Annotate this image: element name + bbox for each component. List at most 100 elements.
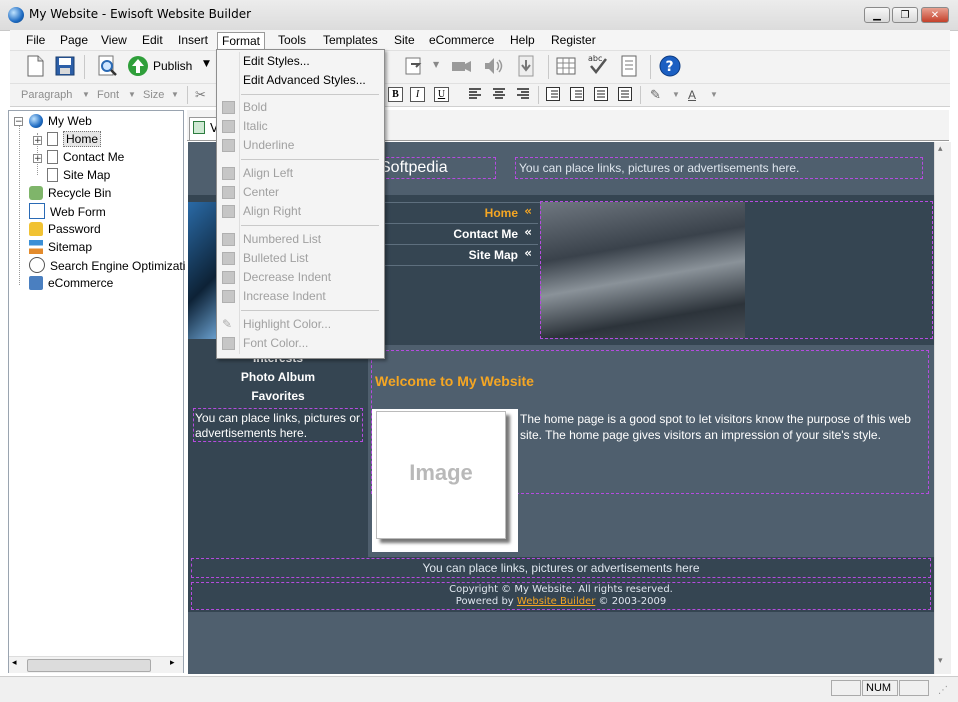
italic-button[interactable]: I <box>410 87 425 102</box>
site-title-box[interactable]: Softpedia <box>376 157 496 179</box>
download-icon[interactable] <box>515 55 537 77</box>
font-combo[interactable]: Font <box>97 87 119 103</box>
menu-ecommerce[interactable]: eCommerce <box>425 32 498 49</box>
tree-collapse-root-icon[interactable]: − <box>14 117 23 127</box>
tree-expand-contact-icon[interactable]: + <box>33 154 42 164</box>
website-builder-link[interactable]: Website Builder <box>517 596 595 607</box>
font-color-icon[interactable]: A <box>688 87 696 103</box>
close-button[interactable]: ✕ <box>921 7 949 23</box>
insert-dropdown-arrow-icon[interactable]: ▼ <box>433 60 439 69</box>
size-combo[interactable]: Size <box>143 87 164 103</box>
align-center-icon[interactable] <box>492 87 506 101</box>
new-page-icon[interactable] <box>24 55 46 77</box>
underline-button[interactable]: U <box>434 87 449 102</box>
sidebar-link-photo-album[interactable]: Photo Album <box>188 370 368 384</box>
font-dropdown-arrow-icon[interactable]: ▼ <box>128 87 136 103</box>
menu-item-numbered-list[interactable]: Numbered List <box>217 230 382 249</box>
numbered-list-icon[interactable] <box>546 87 560 101</box>
menu-format[interactable]: Format <box>217 32 266 50</box>
menu-item-italic[interactable]: Italic <box>217 117 382 136</box>
menu-item-underline[interactable]: Underline <box>217 136 382 155</box>
publish-icon[interactable] <box>127 55 149 77</box>
menu-register[interactable]: Register <box>547 32 600 49</box>
nav-item-home[interactable]: Home « <box>383 203 538 224</box>
tree-expand-home-icon[interactable]: + <box>33 136 42 146</box>
highlight-dropdown-arrow-icon[interactable]: ▼ <box>672 87 680 103</box>
editor-vertical-scrollbar[interactable]: ▴ ▾ <box>934 142 951 674</box>
font-color-dropdown-arrow-icon[interactable]: ▼ <box>710 87 718 103</box>
nav-item-site-map[interactable]: Site Map « <box>383 245 538 266</box>
bold-button[interactable]: B <box>388 87 403 102</box>
nav-item-contact-me[interactable]: Contact Me « <box>383 224 538 245</box>
scroll-thumb[interactable] <box>27 659 151 672</box>
banner-image-box[interactable] <box>540 201 933 339</box>
scroll-up-icon[interactable]: ▴ <box>938 144 943 154</box>
menu-item-align-right[interactable]: Align Right <box>217 202 382 221</box>
cut-icon[interactable]: ✂ <box>195 87 206 103</box>
save-icon[interactable] <box>54 55 76 77</box>
tree-horizontal-scrollbar[interactable]: ◂ ▸ <box>9 656 183 673</box>
menu-view[interactable]: View <box>97 32 131 49</box>
decrease-indent-icon[interactable] <box>594 87 608 101</box>
tree-item-home[interactable]: Home <box>47 131 102 148</box>
video-icon[interactable] <box>450 55 472 77</box>
increase-indent-icon[interactable] <box>618 87 632 101</box>
resize-grip-icon[interactable]: ⋰ <box>938 685 948 696</box>
tree-label: Web Form <box>50 205 106 219</box>
tree-item-ecommerce[interactable]: eCommerce <box>29 275 113 292</box>
menu-insert[interactable]: Insert <box>174 32 212 49</box>
bulleted-list-icon[interactable] <box>570 87 584 101</box>
menu-edit[interactable]: Edit <box>138 32 167 49</box>
menu-page[interactable]: Page <box>56 32 92 49</box>
spellcheck-icon[interactable]: abc <box>587 53 609 75</box>
restore-button[interactable]: ❐ <box>892 7 918 23</box>
paragraph-dropdown-arrow-icon[interactable]: ▼ <box>82 87 90 103</box>
minimize-button[interactable]: ▁ <box>864 7 890 23</box>
menu-tools[interactable]: Tools <box>274 32 310 49</box>
footer-copyright-box[interactable]: Copyright © My Website. All rights reser… <box>191 582 931 610</box>
tree-item-seo[interactable]: Search Engine Optimizati <box>29 257 185 274</box>
publish-dropdown-arrow-icon[interactable]: ▼ <box>203 59 210 69</box>
menu-templates[interactable]: Templates <box>319 32 382 49</box>
menu-site[interactable]: Site <box>390 32 419 49</box>
table-icon[interactable] <box>555 55 577 77</box>
tree-item-contact-me[interactable]: Contact Me <box>47 149 124 166</box>
insert-page-icon[interactable] <box>403 55 425 77</box>
menu-item-center[interactable]: Center <box>217 183 382 202</box>
tree-item-site-map[interactable]: Site Map <box>47 167 110 184</box>
scroll-right-icon[interactable]: ▸ <box>170 658 175 668</box>
menu-item-bold[interactable]: Bold <box>217 98 382 117</box>
header-ad-box[interactable]: You can place links, pictures or adverti… <box>515 157 923 179</box>
highlight-color-icon[interactable]: ✎ <box>650 87 661 103</box>
sidebar-ad-box[interactable]: You can place links, pictures or adverti… <box>193 408 363 442</box>
align-right-icon[interactable] <box>516 87 530 101</box>
sound-icon[interactable] <box>482 55 504 77</box>
preview-icon[interactable] <box>96 55 118 77</box>
tree-item-password[interactable]: Password <box>29 221 101 238</box>
scroll-left-icon[interactable]: ◂ <box>12 658 17 668</box>
help-icon[interactable]: ? <box>659 55 681 77</box>
publish-button-label[interactable]: Publish <box>153 59 192 73</box>
menu-item-increase-indent[interactable]: Increase Indent <box>217 287 382 306</box>
align-left-icon[interactable] <box>468 87 482 101</box>
menu-item-bulleted-list[interactable]: Bulleted List <box>217 249 382 268</box>
menu-item-font-color[interactable]: Font Color... <box>217 334 382 353</box>
tree-item-my-web[interactable]: My Web <box>29 113 92 130</box>
menu-item-highlight-color[interactable]: ✎ Highlight Color... <box>217 315 382 334</box>
menu-item-align-left[interactable]: Align Left <box>217 164 382 183</box>
image-placeholder-frame[interactable]: Image <box>372 409 518 552</box>
tree-item-recycle-bin[interactable]: Recycle Bin <box>29 185 111 202</box>
menu-file[interactable]: File <box>22 32 49 49</box>
properties-icon[interactable] <box>618 55 640 77</box>
tree-item-sitemap[interactable]: Sitemap <box>29 239 92 256</box>
menu-help[interactable]: Help <box>506 32 539 49</box>
scroll-down-icon[interactable]: ▾ <box>938 656 943 666</box>
tree-item-web-form[interactable]: Web Form <box>29 203 106 220</box>
footer-ad-box[interactable]: You can place links, pictures or adverti… <box>191 558 931 578</box>
paragraph-combo[interactable]: Paragraph <box>21 87 72 103</box>
size-dropdown-arrow-icon[interactable]: ▼ <box>171 87 179 103</box>
menu-item-edit-styles[interactable]: Edit Styles... <box>217 52 382 71</box>
sidebar-link-favorites[interactable]: Favorites <box>188 389 368 403</box>
menu-item-edit-advanced-styles[interactable]: Edit Advanced Styles... <box>217 71 382 90</box>
menu-item-decrease-indent[interactable]: Decrease Indent <box>217 268 382 287</box>
